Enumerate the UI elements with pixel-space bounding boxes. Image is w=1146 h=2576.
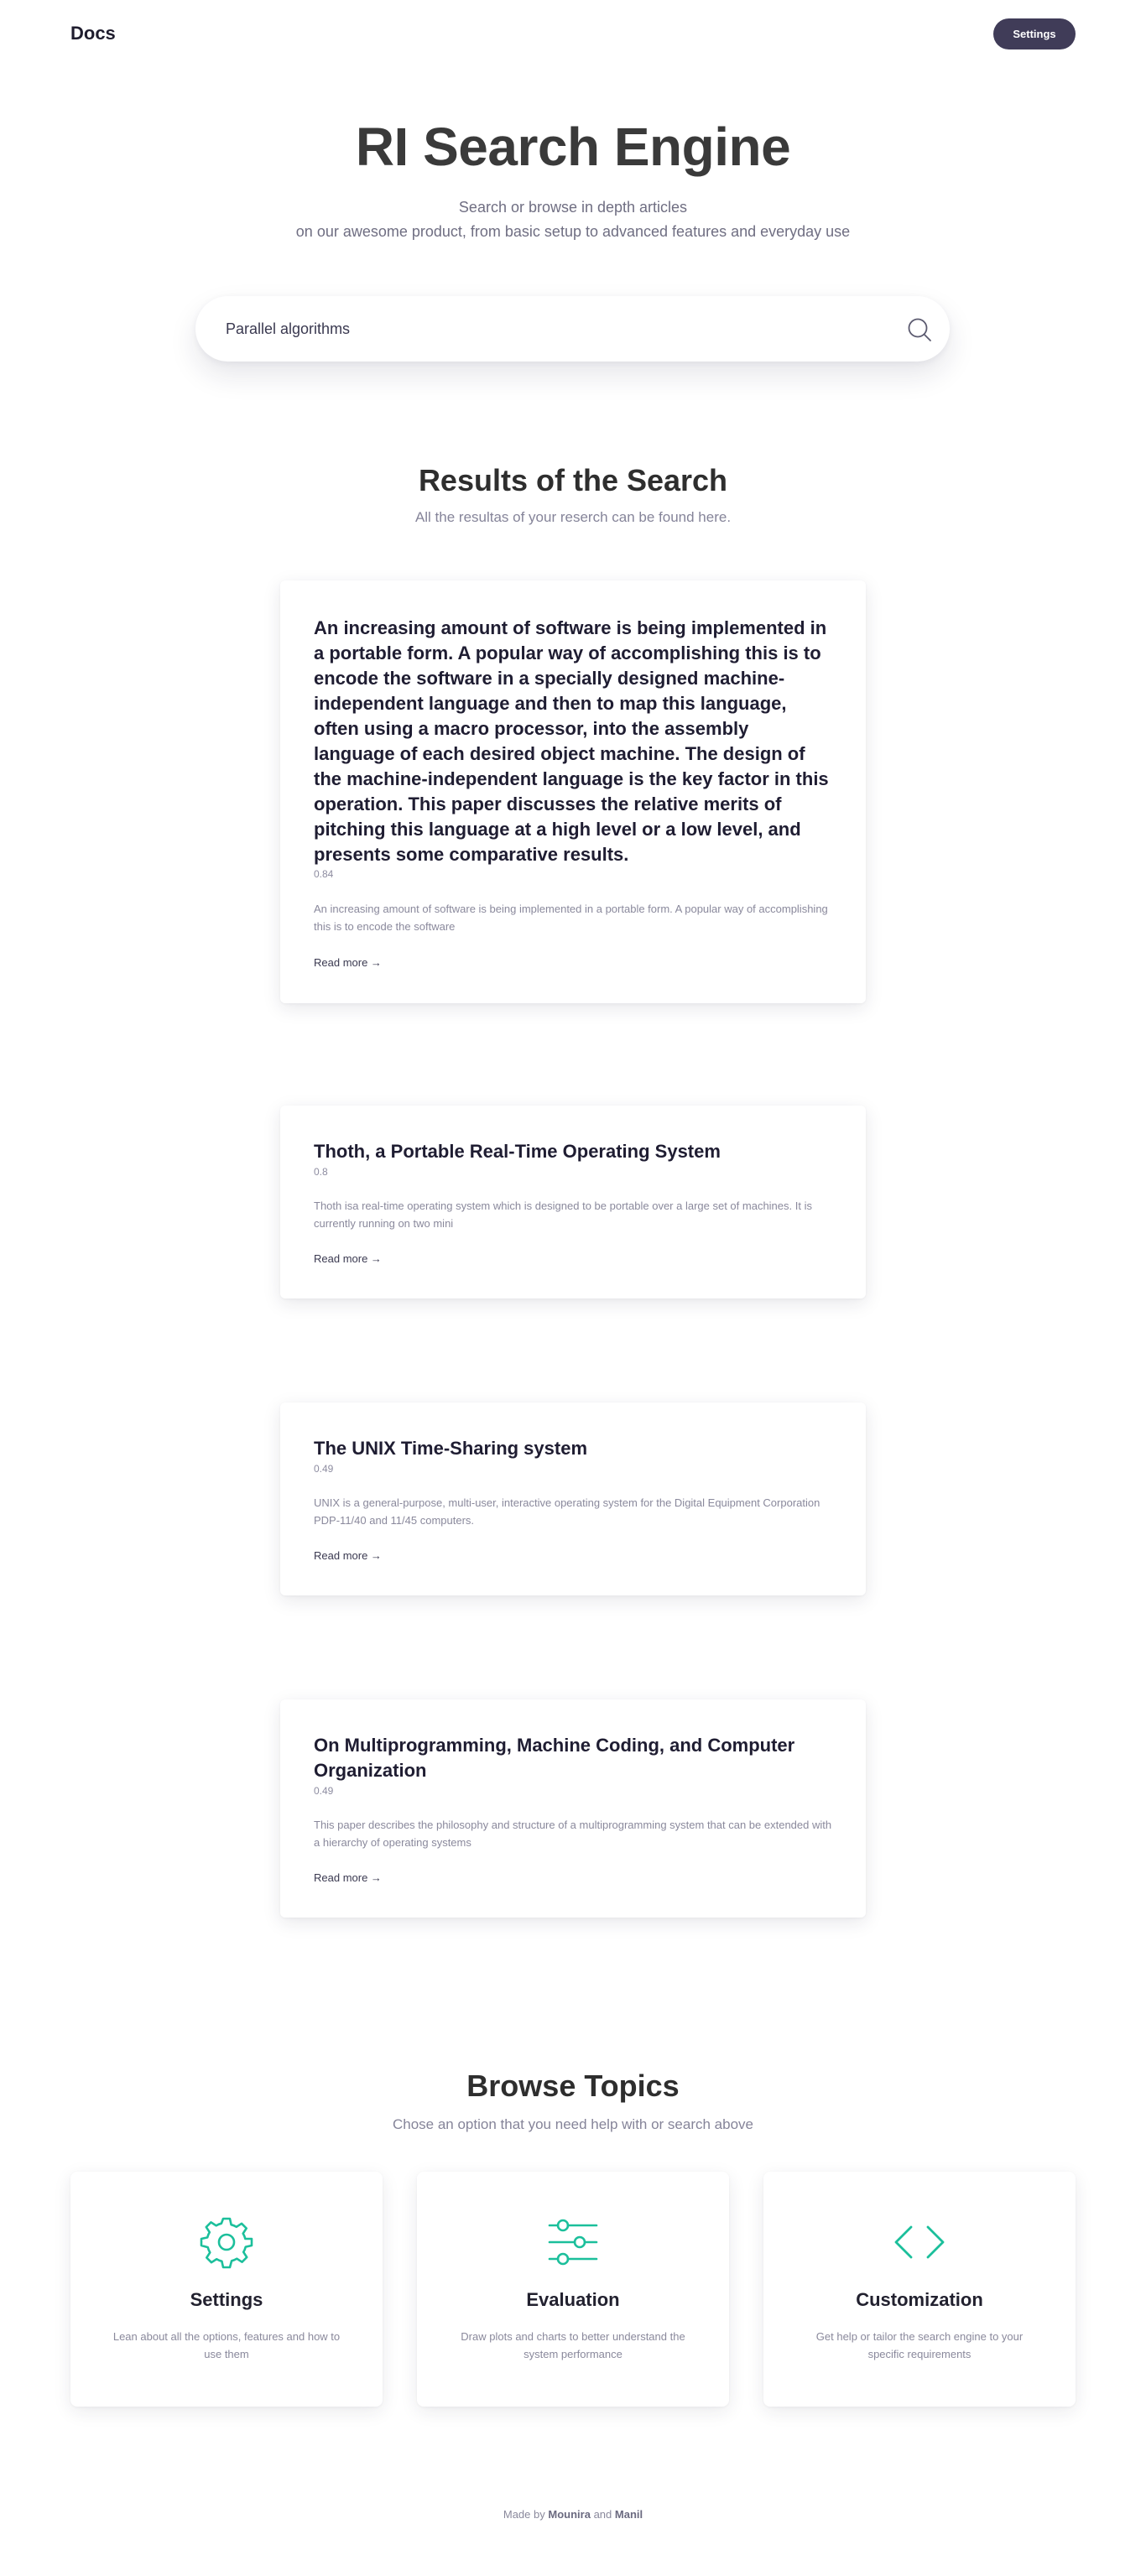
result-snippet: An increasing amount of software is bein… <box>314 903 828 933</box>
result-card: Thoth, a Portable Real-Time Operating Sy… <box>280 1106 866 1298</box>
topic-title: Settings <box>190 2289 263 2310</box>
read-more-link[interactable]: Read more → <box>314 1549 382 1562</box>
result-card: An increasing amount of software is bein… <box>280 580 866 1003</box>
result-title[interactable]: The UNIX Time-Sharing system <box>314 1436 834 1461</box>
result-snippet: UNIX is a general-purpose, multi-user, i… <box>314 1496 820 1527</box>
footer: Made by Mounira and Manil <box>0 2508 1146 2521</box>
footer-author-2: Manil <box>614 2508 643 2521</box>
logo[interactable]: Docs <box>70 23 116 44</box>
topic-card-settings[interactable]: Settings Lean about all the options, fea… <box>70 2172 383 2407</box>
result-card: The UNIX Time-Sharing system 0.49 UNIX i… <box>280 1402 866 1595</box>
footer-prefix: Made by <box>503 2508 545 2521</box>
result-snippet: This paper describes the philosophy and … <box>314 1819 832 1849</box>
topics-title: Browse Topics <box>466 2069 680 2103</box>
topic-title: Customization <box>856 2289 983 2310</box>
footer-joiner: and <box>593 2508 612 2521</box>
topic-title: Evaluation <box>526 2289 620 2310</box>
read-more-link[interactable]: Read more → <box>314 1871 382 1884</box>
result-score: 0.49 <box>314 1785 334 1797</box>
result-score: 0.8 <box>314 1166 328 1178</box>
page-title: RI Search Engine <box>355 117 791 177</box>
topics-subtitle: Chose an option that you need help with … <box>392 2116 753 2132</box>
search-icon[interactable] <box>906 316 933 343</box>
result-score: 0.49 <box>314 1463 334 1475</box>
settings-button[interactable]: Settings <box>993 18 1076 49</box>
sliders-icon <box>548 2219 598 2266</box>
topic-card-evaluation[interactable]: Evaluation Draw plots and charts to bett… <box>417 2172 729 2407</box>
topic-description: Get help or tailor the search engine to … <box>815 2330 1024 2360</box>
result-score: 0.84 <box>314 868 334 880</box>
read-more-link[interactable]: Read more → <box>314 956 382 969</box>
topic-card-customization[interactable]: Customization Get help or tailor the sea… <box>763 2172 1076 2407</box>
result-snippet: Thoth isa real-time operating system whi… <box>314 1200 812 1230</box>
read-more-link[interactable]: Read more → <box>314 1252 382 1265</box>
search-bar <box>195 296 950 362</box>
topic-description: Lean about all the options, features and… <box>112 2330 341 2360</box>
hero-subtitle-line2: on our awesome product, from basic setup… <box>295 223 851 240</box>
search-input[interactable] <box>226 313 863 345</box>
result-title[interactable]: On Multiprogramming, Machine Coding, and… <box>314 1733 834 1783</box>
hero-subtitle-line1: Search or browse in depth articles <box>458 199 688 216</box>
result-title[interactable]: Thoth, a Portable Real-Time Operating Sy… <box>314 1139 834 1164</box>
result-card: On Multiprogramming, Machine Coding, and… <box>280 1699 866 1918</box>
topic-description: Draw plots and charts to better understa… <box>461 2330 685 2360</box>
top-nav: Docs Settings <box>0 0 1146 67</box>
results-subtitle: All the resultas of your reserch can be … <box>414 509 732 525</box>
footer-author-1: Mounira <box>548 2508 591 2521</box>
code-icon <box>894 2225 945 2259</box>
gear-icon <box>200 2217 253 2269</box>
result-title[interactable]: An increasing amount of software is bein… <box>314 616 834 867</box>
results-title: Results of the Search <box>418 463 728 497</box>
